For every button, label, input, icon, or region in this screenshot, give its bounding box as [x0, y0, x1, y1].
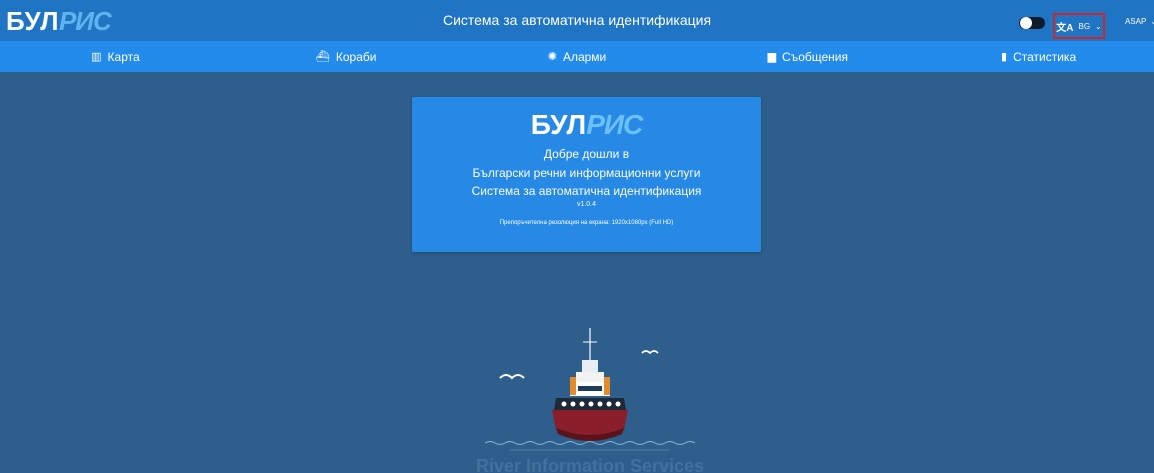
version-label: v1.0.4: [576, 201, 597, 208]
user-name: ASAP: [1124, 17, 1147, 26]
welcome-service-name: Български речни информационни услуги: [472, 166, 701, 180]
user-chevron-icon: ⌄: [1150, 17, 1154, 26]
ship-illustration: [484, 328, 696, 451]
nav-map[interactable]: ▥ Карта: [0, 41, 231, 72]
translate-icon: 文A: [1056, 22, 1074, 34]
welcome-logo-primary: БУЛ: [530, 109, 587, 140]
alarm-icon: ✺: [547, 51, 557, 63]
nav-ships[interactable]: ⛴ Кораби: [231, 41, 462, 72]
welcome-card: БУЛРИС Добре дошли в Български речни инф…: [412, 97, 761, 252]
welcome-system-name: Система за автоматична идентификация: [471, 184, 702, 198]
app-title: Система за автоматична идентификация: [442, 12, 712, 28]
nav-alarms-label: Аларми: [562, 49, 607, 64]
nav-statistics[interactable]: ▮ Статистика: [923, 41, 1154, 72]
chevron-down-icon: ⌄: [1095, 21, 1102, 31]
welcome-logo: БУЛРИС: [412, 109, 761, 140]
user-menu[interactable]: 👤 ASAP ⌄: [1111, 17, 1154, 26]
nav-map-label: Карта: [107, 49, 140, 64]
language-label: BG: [1078, 21, 1091, 31]
messages-icon: ▆: [767, 51, 777, 63]
nav-messages-label: Съобщения: [782, 49, 848, 64]
main-nav: ▥ Карта ⛴ Кораби ✺ Аларми ▆ Съобщения ▮ …: [0, 41, 1154, 72]
ship-icon: ⛴: [315, 51, 330, 63]
language-selector[interactable]: 文A BG ⌄: [1053, 13, 1105, 39]
nav-alarms[interactable]: ✺ Аларми: [462, 41, 693, 72]
welcome-logo-secondary: РИС: [586, 109, 643, 140]
nav-messages[interactable]: ▆ Съобщения: [692, 41, 923, 72]
welcome-greeting: Добре дошли в: [543, 147, 630, 161]
nav-ships-label: Кораби: [335, 49, 377, 64]
top-bar: БУЛ РИС Система за автоматична идентифика…: [0, 0, 1154, 41]
user-icon: 👤: [1111, 17, 1121, 26]
map-icon: ▥: [91, 51, 102, 63]
resolution-note: Препоръчителна резолюция на екрана: 1920…: [499, 220, 674, 226]
footer-brand-text: River Information Services: [475, 456, 705, 473]
stats-icon: ▮: [1001, 51, 1008, 63]
nav-statistics-label: Статистика: [1013, 49, 1077, 64]
theme-toggle[interactable]: [1019, 17, 1045, 29]
